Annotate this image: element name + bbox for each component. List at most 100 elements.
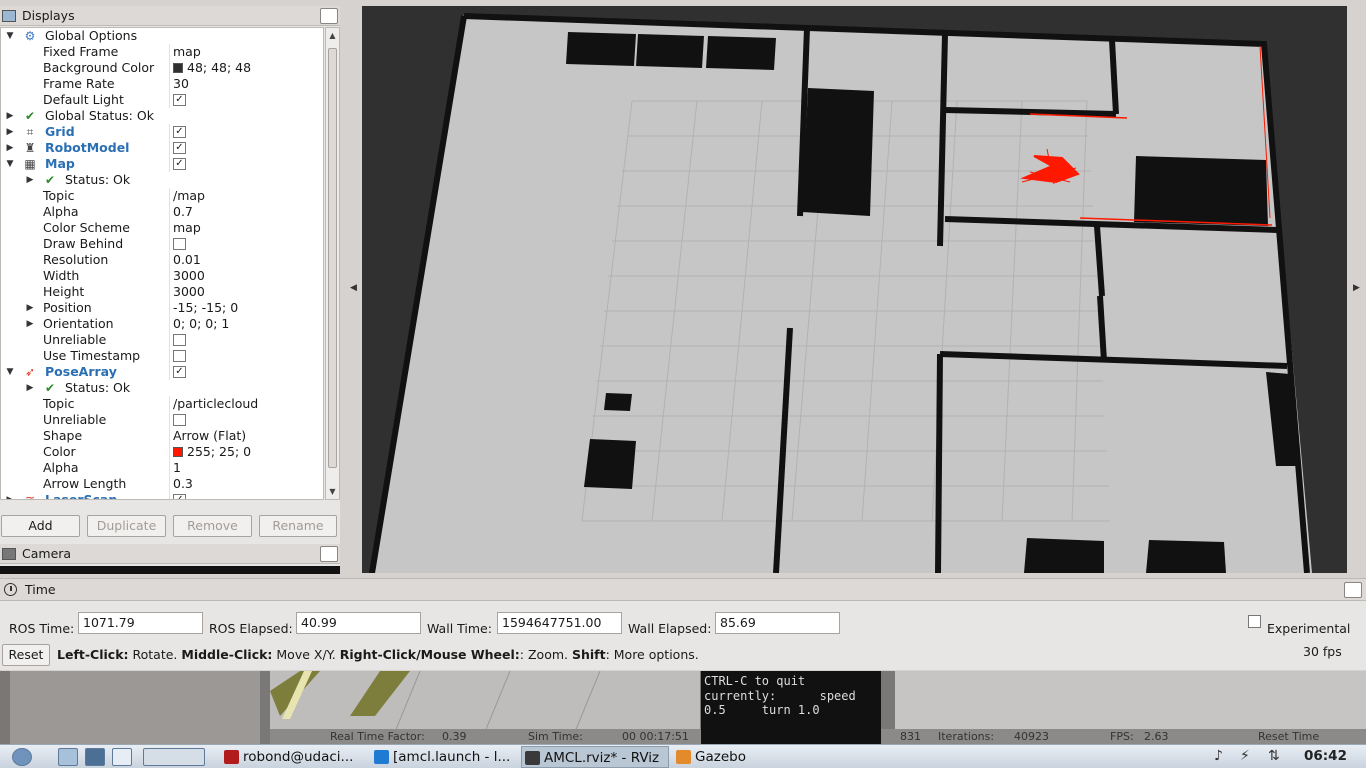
tree-row[interactable]: ▶ Orientation 0; 0; 0; 1 <box>1 316 323 332</box>
tree-row[interactable]: Alpha 1 <box>1 460 323 476</box>
tree-row[interactable]: Default Light ✓ <box>1 92 323 108</box>
tree-row[interactable]: Shape Arrow (Flat) <box>1 428 323 444</box>
experimental-checkbox[interactable] <box>1248 615 1261 628</box>
time-float-button[interactable] <box>1344 581 1362 598</box>
collapsed-arrow-icon[interactable]: ▶ <box>5 108 15 124</box>
tree-scroll-thumb[interactable] <box>328 48 337 468</box>
tree-row[interactable]: Topic/map <box>1 188 323 204</box>
expanded-arrow-icon[interactable]: ▼ <box>5 28 15 44</box>
reset-time-button[interactable]: Reset Time <box>1258 729 1319 744</box>
tree-row-value[interactable]: 3000 <box>173 268 205 284</box>
tree-row[interactable]: ▶ ≋ LaserScan ✓ <box>1 492 323 499</box>
collapse-left-icon[interactable]: ◀ <box>350 283 357 293</box>
tree-row-value[interactable]: map <box>173 44 201 60</box>
ros-time-field[interactable]: 1071.79 <box>78 612 203 634</box>
tree-row-value[interactable]: 0.7 <box>173 204 193 220</box>
duplicate-button[interactable]: Duplicate <box>87 515 166 537</box>
tree-row[interactable]: Alpha 0.7 <box>1 204 323 220</box>
task-vscode[interactable]: [amcl.launch - l... <box>371 746 517 768</box>
tree-row[interactable]: ▶ ⌗ Grid ✓ <box>1 124 323 140</box>
collapsed-arrow-icon[interactable]: ▶ <box>25 172 35 188</box>
tree-row-value[interactable]: 30 <box>173 76 189 92</box>
collapsed-arrow-icon[interactable]: ▶ <box>5 140 15 156</box>
task-rviz[interactable]: AMCL.rviz* - RViz <box>521 746 669 768</box>
tree-row-value[interactable]: 48; 48; 48 <box>173 60 251 76</box>
power-icon[interactable]: ⚡ <box>1240 748 1250 764</box>
tree-row-value[interactable]: map <box>173 220 201 236</box>
tree-row[interactable]: Unreliable <box>1 412 323 428</box>
taskbar-clock[interactable]: 06:42 <box>1304 748 1347 764</box>
tree-row-value[interactable]: 0; 0; 0; 1 <box>173 316 229 332</box>
enable-checkbox[interactable] <box>173 350 186 362</box>
remove-button[interactable]: Remove <box>173 515 252 537</box>
enable-checkbox[interactable]: ✓ <box>173 142 186 154</box>
tree-row[interactable]: ▶ ✔ Global Status: Ok <box>1 108 323 124</box>
enable-checkbox[interactable]: ✓ <box>173 366 186 378</box>
tree-row-value[interactable]: /map <box>173 188 205 204</box>
enable-checkbox[interactable]: ✓ <box>173 158 186 170</box>
tree-row[interactable]: Unreliable <box>1 332 323 348</box>
rename-button[interactable]: Rename <box>259 515 337 537</box>
wall-time-field[interactable]: 1594647751.00 <box>497 612 622 634</box>
tree-row[interactable]: ▼ ➶ PoseArray ✓ <box>1 364 323 380</box>
tree-row[interactable]: ▼ ▦ Map ✓ <box>1 156 323 172</box>
collapsed-arrow-icon[interactable]: ▶ <box>25 300 35 316</box>
tree-row[interactable]: Resolution 0.01 <box>1 252 323 268</box>
terminal-launcher-icon[interactable] <box>85 748 105 766</box>
tree-scrollbar[interactable]: ▲ ▼ <box>325 27 340 500</box>
collapsed-arrow-icon[interactable]: ▶ <box>5 492 15 499</box>
task-terminal[interactable]: robond@udaci... <box>221 746 367 768</box>
enable-checkbox[interactable] <box>173 238 186 250</box>
display-tree[interactable]: ▼ ⚙ Global Options Fixed Frame map Background… <box>0 27 324 500</box>
tree-row[interactable]: Use Timestamp <box>1 348 323 364</box>
tree-row[interactable]: Fixed Frame map <box>1 44 323 60</box>
tree-row[interactable]: Draw Behind <box>1 236 323 252</box>
volume-icon[interactable]: ♪ <box>1214 748 1223 764</box>
enable-checkbox[interactable] <box>173 414 186 426</box>
tree-row-value[interactable]: -15; -15; 0 <box>173 300 238 316</box>
enable-checkbox[interactable] <box>173 334 186 346</box>
tree-row[interactable]: ▶ Position -15; -15; 0 <box>1 300 323 316</box>
camera-float-button[interactable] <box>320 545 338 562</box>
tree-row[interactable]: Width 3000 <box>1 268 323 284</box>
panel-float-button[interactable] <box>320 7 338 24</box>
collapse-right-icon[interactable]: ▶ <box>1353 283 1360 293</box>
reset-button[interactable]: Reset <box>2 644 50 666</box>
tree-row-value[interactable]: Arrow (Flat) <box>173 428 246 444</box>
tree-row[interactable]: ▶ ♜ RobotModel ✓ <box>1 140 323 156</box>
workspace-switcher[interactable] <box>143 748 205 766</box>
task-gazebo[interactable]: Gazebo <box>673 746 819 768</box>
tree-row-value[interactable]: /particlecloud <box>173 396 258 412</box>
add-button[interactable]: Add <box>1 515 80 537</box>
render-viewport[interactable] <box>362 6 1347 573</box>
network-icon[interactable]: ⇅ <box>1268 748 1280 764</box>
tree-row[interactable]: ▼ ⚙ Global Options <box>1 28 323 44</box>
collapsed-arrow-icon[interactable]: ▶ <box>5 124 15 140</box>
tree-row-value[interactable]: 0.01 <box>173 252 201 268</box>
scroll-up-icon[interactable]: ▲ <box>326 31 339 40</box>
expanded-arrow-icon[interactable]: ▼ <box>5 156 15 172</box>
tree-row[interactable]: Background Color 48; 48; 48 <box>1 60 323 76</box>
tree-row-value[interactable]: 1 <box>173 460 181 476</box>
tree-row-value[interactable]: 255; 25; 0 <box>173 444 251 460</box>
collapsed-arrow-icon[interactable]: ▶ <box>25 316 35 332</box>
collapsed-arrow-icon[interactable]: ▶ <box>25 380 35 396</box>
enable-checkbox[interactable]: ✓ <box>173 94 186 106</box>
tree-row[interactable]: ▶ ✔ Status: Ok <box>1 380 323 396</box>
tree-row[interactable]: ▶ ✔ Status: Ok <box>1 172 323 188</box>
tree-row[interactable]: Topic/particlecloud <box>1 396 323 412</box>
ros-elapsed-field[interactable]: 40.99 <box>296 612 421 634</box>
scroll-down-icon[interactable]: ▼ <box>326 487 339 496</box>
enable-checkbox[interactable]: ✓ <box>173 126 186 138</box>
enable-checkbox[interactable]: ✓ <box>173 494 186 499</box>
desktop-icon[interactable] <box>112 748 132 766</box>
file-manager-icon[interactable] <box>58 748 78 766</box>
tree-row[interactable]: Height 3000 <box>1 284 323 300</box>
tree-row-value[interactable]: 3000 <box>173 284 205 300</box>
tree-row[interactable]: Arrow Length 0.3 <box>1 476 323 492</box>
tree-row[interactable]: Color 255; 25; 0 <box>1 444 323 460</box>
tree-row[interactable]: Frame Rate 30 <box>1 76 323 92</box>
tree-row-value[interactable]: 0.3 <box>173 476 193 492</box>
tree-row[interactable]: Color Scheme map <box>1 220 323 236</box>
start-menu-icon[interactable] <box>12 748 32 766</box>
